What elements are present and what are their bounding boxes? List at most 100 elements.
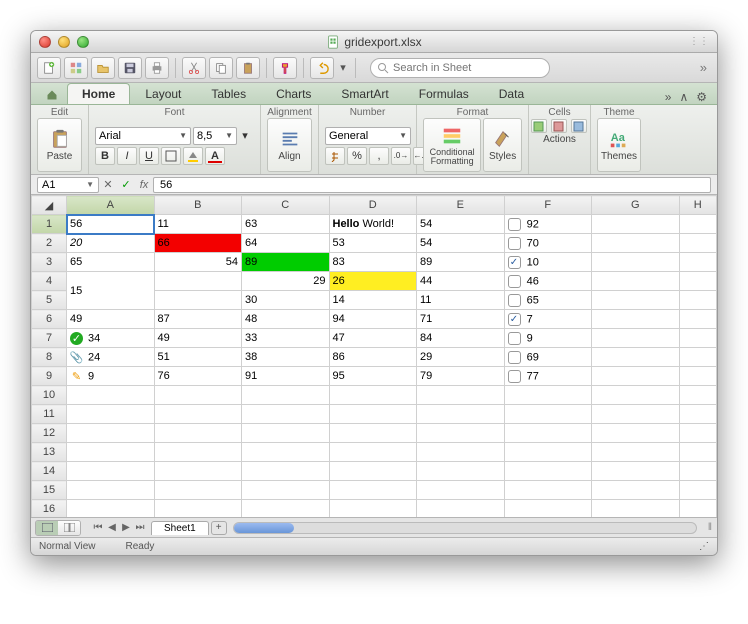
row-header-7[interactable]: 7 (32, 329, 67, 348)
checkbox[interactable] (508, 218, 521, 231)
delete-cells-button[interactable] (551, 119, 567, 133)
checkbox[interactable] (508, 294, 521, 307)
cell-A11[interactable] (67, 405, 155, 424)
cell-G15[interactable] (592, 481, 680, 500)
cell-B14[interactable] (154, 462, 242, 481)
cell-B12[interactable] (154, 424, 242, 443)
cell-F10[interactable] (504, 386, 592, 405)
number-format-combo[interactable]: General▼ (325, 127, 411, 145)
cell-C8[interactable]: 38 (242, 348, 330, 367)
resize-grip-icon[interactable]: ⋰ (699, 541, 709, 552)
cell-H9[interactable] (679, 367, 717, 386)
cell-B10[interactable] (154, 386, 242, 405)
split-handle[interactable]: ‖ (703, 522, 717, 533)
cell-A12[interactable] (67, 424, 155, 443)
row-header-3[interactable]: 3 (32, 253, 67, 272)
cell-D6[interactable]: 94 (329, 310, 417, 329)
format-cells-button[interactable] (571, 119, 587, 133)
formula-input[interactable]: 56 (153, 177, 711, 193)
col-header-D[interactable]: D (329, 196, 417, 215)
cell-E13[interactable] (417, 443, 505, 462)
cell-G12[interactable] (592, 424, 680, 443)
cell-F8[interactable]: 69 (504, 348, 592, 367)
cell-B2[interactable]: 66 (154, 234, 242, 253)
cell-G16[interactable] (592, 500, 680, 518)
cell-F11[interactable] (504, 405, 592, 424)
cell-H12[interactable] (679, 424, 717, 443)
cell-A10[interactable] (67, 386, 155, 405)
tab-last-button[interactable]: ⏭ (133, 522, 147, 533)
checkbox[interactable]: ✓ (508, 313, 521, 326)
cell-F16[interactable] (504, 500, 592, 518)
italic-button[interactable]: I (117, 147, 137, 165)
cell-E14[interactable] (417, 462, 505, 481)
cell-A9[interactable]: ✎ 9 (67, 367, 155, 386)
cell-C15[interactable] (242, 481, 330, 500)
search-box[interactable] (370, 58, 550, 78)
bold-button[interactable]: B (95, 147, 115, 165)
cell-F5[interactable]: 65 (504, 291, 592, 310)
save-button[interactable] (118, 57, 142, 79)
cell-E9[interactable]: 79 (417, 367, 505, 386)
cell-F1[interactable]: 92 (504, 215, 592, 234)
print-button[interactable] (145, 57, 169, 79)
cell-B13[interactable] (154, 443, 242, 462)
cell-G8[interactable] (592, 348, 680, 367)
col-header-C[interactable]: C (242, 196, 330, 215)
cell-C13[interactable] (242, 443, 330, 462)
font-color-button[interactable]: A (205, 147, 225, 165)
row-header-5[interactable]: 5 (32, 291, 67, 310)
checkbox[interactable] (508, 370, 521, 383)
horizontal-scrollbar[interactable] (233, 522, 697, 534)
cell-D8[interactable]: 86 (329, 348, 417, 367)
checkbox[interactable] (508, 351, 521, 364)
cell-D14[interactable] (329, 462, 417, 481)
cell-A1[interactable]: 56 (67, 215, 155, 234)
cell-E4[interactable]: 44 (417, 272, 505, 291)
cell-H4[interactable] (679, 272, 717, 291)
row-header-8[interactable]: 8 (32, 348, 67, 367)
styles-button[interactable]: Styles (483, 118, 522, 172)
row-header-6[interactable]: 6 (32, 310, 67, 329)
copy-button[interactable] (209, 57, 233, 79)
format-painter-button[interactable] (273, 57, 297, 79)
font-size-combo[interactable]: 8,5▼ (193, 127, 237, 145)
cell-B1[interactable]: 11 (154, 215, 242, 234)
cell-D1[interactable]: Hello World! (329, 215, 417, 234)
align-button[interactable]: Align (267, 118, 312, 172)
cell-A2[interactable]: 20 (67, 234, 155, 253)
percent-button[interactable]: % (347, 147, 367, 165)
cell-D13[interactable] (329, 443, 417, 462)
paste-button[interactable] (236, 57, 260, 79)
cell-A8[interactable]: 📎 24 (67, 348, 155, 367)
cell-C16[interactable] (242, 500, 330, 518)
cell-C10[interactable] (242, 386, 330, 405)
cell-G6[interactable] (592, 310, 680, 329)
cell-F12[interactable] (504, 424, 592, 443)
cell-H7[interactable] (679, 329, 717, 348)
view-normal-button[interactable] (36, 521, 58, 535)
cell-B6[interactable]: 87 (154, 310, 242, 329)
cell-D5[interactable]: 14 (329, 291, 417, 310)
cell-B11[interactable] (154, 405, 242, 424)
cell-E6[interactable]: 71 (417, 310, 505, 329)
cell-D12[interactable] (329, 424, 417, 443)
sheet-tab-1[interactable]: Sheet1 (151, 521, 209, 535)
col-header-G[interactable]: G (592, 196, 680, 215)
cell-E12[interactable] (417, 424, 505, 443)
cell-G10[interactable] (592, 386, 680, 405)
cell-F4[interactable]: 46 (504, 272, 592, 291)
ribbon-overflow-icon[interactable]: » (661, 90, 676, 104)
select-all-corner[interactable]: ◢ (32, 196, 67, 215)
cell-C14[interactable] (242, 462, 330, 481)
cell-D16[interactable] (329, 500, 417, 518)
cell-H11[interactable] (679, 405, 717, 424)
cell-C5[interactable]: 30 (242, 291, 330, 310)
undo-dropdown[interactable]: ▾ (337, 57, 349, 79)
cell-B16[interactable] (154, 500, 242, 518)
open-button[interactable] (91, 57, 115, 79)
col-header-A[interactable]: A (67, 196, 155, 215)
cell-H5[interactable] (679, 291, 717, 310)
cell-H15[interactable] (679, 481, 717, 500)
cell-F3[interactable]: ✓ 10 (504, 253, 592, 272)
